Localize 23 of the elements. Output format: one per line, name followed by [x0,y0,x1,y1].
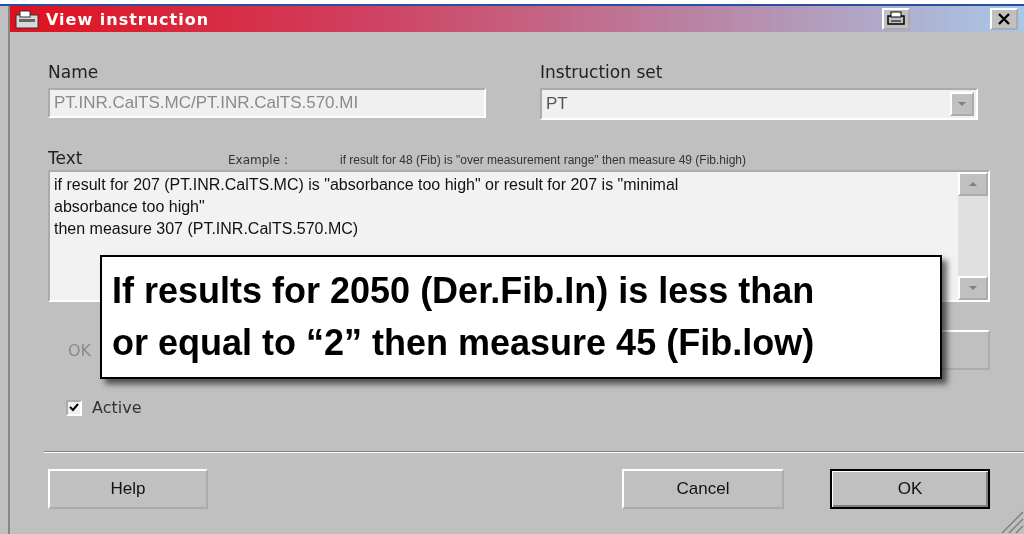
field-label: Text [48,148,84,168]
callout-tooltip: If results for 2050 (Der.Fib.In) is less than or equal to “2” then measure 45 (Fib.low) [100,255,942,379]
example-text: if result for 48 (Fib) is "over measurement range" then measure 49 (Fib.high) [340,153,747,167]
close-button[interactable] [990,8,1018,30]
example-label: Example : [228,153,289,167]
dialog-button[interactable]: Help [48,469,208,509]
instruction-text: if result for 207 (PT.INR.CalTS.MC) is "absorbance too high" or result for 207 is "minimal absorbance too high" then measure 307 (PT.INR.CalTS.570.MC) [53,175,680,239]
scrollbar[interactable] [958,172,988,300]
active-checkbox[interactable] [66,399,82,416]
checkbox-label: Active [92,398,142,417]
printer-icon [886,11,906,27]
print-button[interactable] [882,8,910,30]
field-label: Instruction set [540,62,664,82]
scroll-down-icon [968,285,978,291]
scroll-up-icon [968,181,978,187]
dialog-button[interactable]: Cancel [622,469,784,509]
window-title: View instruction [46,9,210,29]
field-label: Name [48,62,100,82]
caret-icon [957,101,967,107]
app-icon [14,9,40,29]
checkmark-icon [69,403,79,412]
dialog-button[interactable]: OK [830,469,990,509]
close-icon [997,12,1011,26]
